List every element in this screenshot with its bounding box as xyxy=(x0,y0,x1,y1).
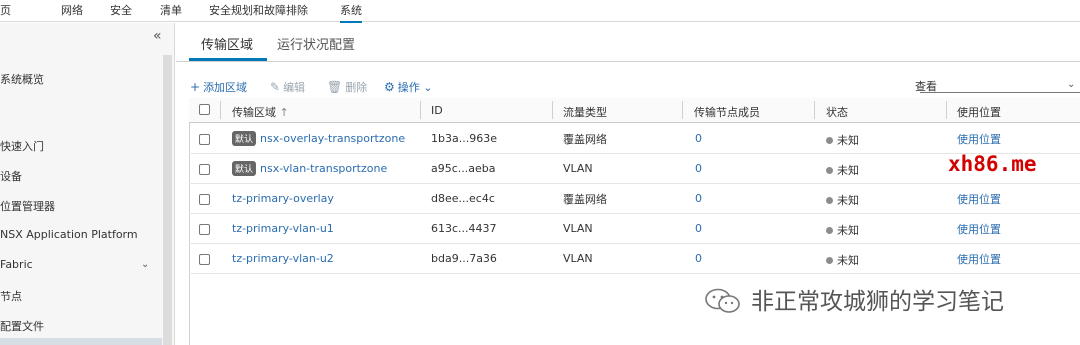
sidebar-item-nsx-app-platform[interactable]: NSX Application Platform xyxy=(0,228,138,241)
caret-down-icon: ⌄ xyxy=(423,81,433,94)
status-dot-icon xyxy=(826,137,833,144)
gear-icon: ⚙ xyxy=(384,80,395,94)
sidebar-item-system-overview[interactable]: 系统概览 xyxy=(0,71,44,87)
add-zone-button[interactable]: + 添加区域 xyxy=(190,79,247,95)
table-row[interactable]: 默认 nsx-vlan-transportzone a95c...aeba VLA… xyxy=(189,154,1080,184)
table-row[interactable]: tz-primary-vlan-u2 bda9...7a36 VLAN 0 未知… xyxy=(189,244,1080,274)
actions-menu[interactable]: ⚙ 操作 ⌄ xyxy=(384,79,432,95)
chevron-down-icon[interactable]: ⌄ xyxy=(141,259,149,270)
sidebar-scrollbar[interactable] xyxy=(163,55,172,345)
nav-networking[interactable]: 网络 xyxy=(61,2,83,18)
pencil-icon: ✎ xyxy=(270,80,281,94)
traffic-type: VLAN xyxy=(563,222,593,235)
zone-id: 613c...4437 xyxy=(431,222,497,235)
member-count-link[interactable]: 0 xyxy=(695,132,702,145)
table-header: 传输区域 ↑ ID 流量类型 传输节点成员 状态 使用位置 xyxy=(189,98,1080,123)
column-header-traffic-type[interactable]: 流量类型 xyxy=(563,104,607,120)
zone-id: a95c...aeba xyxy=(431,162,496,175)
plus-icon: + xyxy=(190,80,201,94)
column-header-transport-zone[interactable]: 传输区域 ↑ xyxy=(232,104,289,120)
table-row[interactable]: 默认 nsx-overlay-transportzone 1b3a...963e … xyxy=(189,124,1080,154)
traffic-type: VLAN xyxy=(563,252,593,265)
trash-icon: 🗑 xyxy=(327,80,343,94)
row-checkbox[interactable] xyxy=(199,134,210,145)
member-count-link[interactable]: 0 xyxy=(695,222,702,235)
tab-health-config[interactable]: 运行状况配置 xyxy=(277,34,355,53)
nav-system[interactable]: 系统 xyxy=(340,2,362,23)
sidebar: « 系统概览 快速入门 设备 位置管理器 NSX Application Pla… xyxy=(0,23,175,345)
table-row[interactable]: tz-primary-overlay d8ee...ec4c 覆盖网络 0 未知… xyxy=(189,184,1080,214)
usage-link[interactable]: 使用位置 xyxy=(957,191,1001,207)
traffic-type: VLAN xyxy=(563,162,593,175)
status-dot-icon xyxy=(826,197,833,204)
delete-button[interactable]: 🗑 删除 xyxy=(327,79,367,95)
status-text: 未知 xyxy=(837,134,859,147)
nav-home[interactable]: 页 xyxy=(0,2,11,18)
sidebar-item-nodes[interactable]: 节点 xyxy=(0,288,22,304)
zone-name-link[interactable]: tz-primary-overlay xyxy=(232,192,334,205)
view-select[interactable] xyxy=(920,92,1080,93)
row-checkbox[interactable] xyxy=(199,194,210,205)
sidebar-selected-item[interactable] xyxy=(0,338,162,345)
column-header-usage[interactable]: 使用位置 xyxy=(957,104,1001,120)
zone-name-link[interactable]: nsx-overlay-transportzone xyxy=(260,132,405,145)
usage-link[interactable]: 使用位置 xyxy=(957,251,1001,267)
select-all-checkbox[interactable] xyxy=(199,104,210,115)
nav-plan-troubleshoot[interactable]: 安全规划和故障排除 xyxy=(209,2,308,18)
status-text: 未知 xyxy=(837,164,859,177)
status-dot-icon xyxy=(826,227,833,234)
column-header-id[interactable]: ID xyxy=(431,104,443,117)
row-checkbox[interactable] xyxy=(199,254,210,265)
traffic-type: 覆盖网络 xyxy=(563,193,607,206)
double-chevron-left-icon[interactable]: « xyxy=(153,28,162,44)
member-count-link[interactable]: 0 xyxy=(695,252,702,265)
traffic-type: 覆盖网络 xyxy=(563,133,607,146)
sidebar-item-location-manager[interactable]: 位置管理器 xyxy=(0,198,55,214)
sidebar-item-fabric[interactable]: Fabric xyxy=(0,258,33,271)
zone-name-link[interactable]: tz-primary-vlan-u1 xyxy=(232,222,334,235)
sidebar-item-appliances[interactable]: 设备 xyxy=(0,168,22,184)
zone-id: d8ee...ec4c xyxy=(431,192,495,205)
status-dot-icon xyxy=(826,257,833,264)
status-text: 未知 xyxy=(837,224,859,237)
zone-id: 1b3a...963e xyxy=(431,132,497,145)
nav-security[interactable]: 安全 xyxy=(110,2,132,18)
usage-link[interactable]: 使用位置 xyxy=(957,131,1001,147)
status-text: 未知 xyxy=(837,194,859,207)
status-text: 未知 xyxy=(837,254,859,267)
usage-link[interactable]: 使用位置 xyxy=(957,221,1001,237)
table-row[interactable]: tz-primary-vlan-u1 613c...4437 VLAN 0 未知… xyxy=(189,214,1080,244)
edit-button[interactable]: ✎ 编辑 xyxy=(270,79,305,95)
zone-name-link[interactable]: tz-primary-vlan-u2 xyxy=(232,252,334,265)
row-checkbox[interactable] xyxy=(199,224,210,235)
row-checkbox[interactable] xyxy=(199,164,210,175)
member-count-link[interactable]: 0 xyxy=(695,192,702,205)
member-count-link[interactable]: 0 xyxy=(695,162,702,175)
wechat-logo-icon xyxy=(705,288,740,313)
default-badge: 默认 xyxy=(232,131,257,146)
sort-ascending-icon: ↑ xyxy=(279,106,289,119)
tab-transport-zones[interactable]: 传输区域 xyxy=(201,34,253,53)
column-header-status[interactable]: 状态 xyxy=(826,104,848,120)
wechat-watermark: 非正常攻城狮的学习笔记 xyxy=(703,282,1004,316)
site-watermark: xh86.me xyxy=(948,152,1037,176)
default-badge: 默认 xyxy=(232,161,257,176)
top-nav: 页 网络 安全 清单 安全规划和故障排除 系统 xyxy=(0,0,1080,23)
status-dot-icon xyxy=(826,167,833,174)
sidebar-item-profiles[interactable]: 配置文件 xyxy=(0,318,44,334)
chevron-down-icon[interactable]: ⌄ xyxy=(1067,79,1075,90)
column-header-members[interactable]: 传输节点成员 xyxy=(694,104,760,120)
zone-name-link[interactable]: nsx-vlan-transportzone xyxy=(260,162,387,175)
zone-id: bda9...7a36 xyxy=(431,252,497,265)
nav-inventory[interactable]: 清单 xyxy=(160,2,182,18)
sidebar-item-quickstart[interactable]: 快速入门 xyxy=(0,138,44,154)
tabs-divider xyxy=(176,61,1080,62)
